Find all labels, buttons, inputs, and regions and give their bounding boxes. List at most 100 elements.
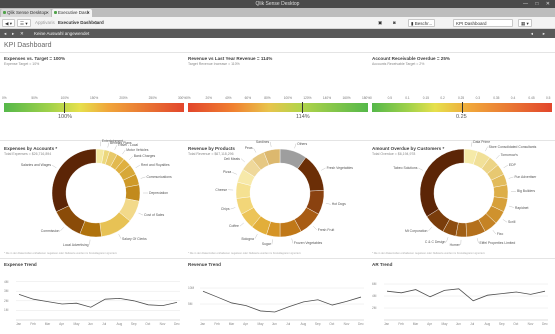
- kpi-title: Revenue vs Last Year Revenue = 114%: [188, 56, 273, 61]
- window-titlebar: Qlik Sense Desktop — □ ✕: [0, 0, 555, 8]
- slice-label: Peas: [244, 146, 253, 151]
- series-line[interactable]: [202, 290, 362, 313]
- slice-label: Local Advertising: [62, 242, 89, 247]
- x-tick-label: Dec: [174, 322, 180, 326]
- x-tick-label: Sep: [314, 322, 321, 326]
- chevron-down-icon: ▾: [526, 21, 529, 26]
- leader-line: [140, 176, 146, 179]
- x-tick-label: Feb: [398, 322, 404, 326]
- kpi-gauge-bar: [4, 103, 184, 112]
- donut-slice[interactable]: [419, 148, 465, 217]
- x-tick-label: Feb: [214, 322, 220, 326]
- bookmark-button[interactable]: ▮ Beschr...: [408, 19, 436, 27]
- x-tick-label: Jul: [470, 322, 475, 326]
- x-tick-label: Dec: [358, 322, 364, 326]
- qlik-icon: [54, 11, 57, 14]
- camera-icon[interactable]: ◙: [393, 19, 396, 27]
- leader-line: [418, 167, 423, 171]
- leader-line: [509, 205, 514, 208]
- leader-line: [232, 172, 237, 175]
- window-controls[interactable]: — □ ✕: [523, 0, 553, 8]
- slice-label: Others: [297, 141, 308, 146]
- previous-sheet-icon[interactable]: ◂: [531, 29, 533, 38]
- donut-slice[interactable]: [493, 184, 509, 199]
- kpi-value: 114%: [296, 114, 310, 120]
- slice-label: Chips: [220, 207, 230, 212]
- kpi-tick-label: 0.35: [493, 96, 500, 100]
- nav-menu-button[interactable]: ◀ ▾: [2, 19, 15, 27]
- next-sheet-icon[interactable]: ▸: [543, 29, 545, 38]
- selection-bar: ◂ ▸ ✕ Keine Auswahl angewendet ◂ ▸: [0, 29, 555, 38]
- x-tick-label: Jan: [200, 322, 206, 326]
- leader-line: [122, 149, 126, 155]
- leader-line: [503, 165, 508, 168]
- kpi-tick-label: 60%: [244, 96, 252, 100]
- kpi-tick-label: 150%: [90, 96, 99, 100]
- y-tick-label: 4M: [4, 279, 9, 284]
- leader-line: [129, 156, 133, 160]
- donut-slice[interactable]: [51, 148, 97, 213]
- slice-label: Cost of Sales: [144, 213, 165, 218]
- app-name[interactable]: Apptivaris: [35, 19, 55, 27]
- y-tick-label: 1M: [4, 308, 9, 313]
- qlik-icon: [3, 11, 6, 14]
- global-menu-button[interactable]: ☰ ▾: [17, 19, 31, 27]
- kpi-subtitle: Target Revenue Increase = 110%: [188, 62, 240, 66]
- tab-hub[interactable]: Qlik Sense Desktop Hub✕: [1, 9, 51, 23]
- divider: [0, 258, 555, 259]
- donut-slice[interactable]: [55, 205, 86, 235]
- sheets-grid-button[interactable]: ▦ ▾: [518, 19, 532, 27]
- kpi-tick-label: 300%: [178, 96, 187, 100]
- sheet-info-icon[interactable]: ⊙: [94, 19, 98, 27]
- kpi-tick-label: 0.45: [528, 96, 535, 100]
- chevron-down-icon: ▾: [9, 21, 12, 26]
- leader-line: [52, 165, 57, 168]
- slice-label: Store Consolidated Consultants: [488, 144, 537, 149]
- slice-label: Sardines: [255, 139, 270, 144]
- close-tab-icon[interactable]: ✕: [46, 9, 49, 17]
- x-tick-label: Nov: [527, 322, 534, 326]
- slice-label: Sugar: [261, 242, 271, 247]
- slice-label: Data Prime: [473, 139, 491, 144]
- x-tick-label: Oct: [513, 322, 519, 326]
- x-tick-label: Oct: [329, 322, 335, 326]
- leader-line: [271, 239, 273, 245]
- selection-forward-icon[interactable]: ▸: [12, 29, 14, 38]
- close-tab-icon[interactable]: ✕: [87, 9, 90, 17]
- slice-label: Tabeo Solutions: [393, 165, 418, 170]
- slice-label: Travel - Local: [117, 143, 139, 148]
- x-tick-label: Nov: [343, 322, 350, 326]
- clear-selections-icon[interactable]: ✕: [20, 29, 24, 38]
- leader-line: [89, 239, 91, 245]
- kpi-tick-label: 40%: [225, 96, 232, 100]
- x-tick-label: Sep: [498, 322, 505, 326]
- donut-slice[interactable]: [125, 184, 141, 202]
- x-tick-label: Jan: [16, 322, 22, 326]
- leader-line: [107, 142, 110, 148]
- x-tick-label: Jul: [102, 322, 107, 326]
- leader-line: [253, 148, 257, 153]
- kpi-value: 0.25: [456, 114, 467, 120]
- x-tick-label: Jan: [384, 322, 390, 326]
- leader-line: [321, 167, 326, 171]
- x-tick-label: Jun: [271, 322, 277, 326]
- leader-line: [114, 145, 117, 150]
- selections-icon[interactable]: ▣: [378, 19, 382, 27]
- x-tick-label: Oct: [145, 322, 151, 326]
- leader-line: [254, 234, 258, 239]
- line-chart: [16, 281, 180, 321]
- leader-line: [492, 230, 496, 235]
- series-line[interactable]: [386, 288, 546, 302]
- kpi-tick-label: 80%: [264, 96, 271, 100]
- selection-back-icon[interactable]: ◂: [4, 29, 6, 38]
- chart-title: Revenue Trend: [188, 262, 221, 267]
- x-tick-label: Jul: [286, 322, 291, 326]
- slice-label: Fun Advertiser: [514, 174, 537, 179]
- slice-label: Fresh Fruit: [317, 227, 335, 232]
- sheet-selector[interactable]: KPI Dashboard: [453, 19, 513, 27]
- y-tick-label: 4M: [372, 294, 377, 298]
- leader-line: [230, 207, 236, 210]
- tab-executive-dash[interactable]: Executive Dash ✕: [52, 9, 92, 17]
- kpi-tick-label: 180%: [362, 96, 371, 100]
- x-tick-label: Apr: [427, 322, 433, 326]
